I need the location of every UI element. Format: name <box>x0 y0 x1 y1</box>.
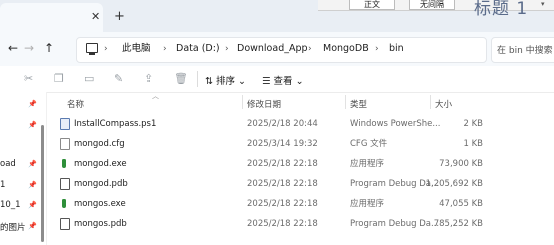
copy-icon[interactable]: ❐ <box>54 73 64 85</box>
file-type: 应用程序 <box>350 199 385 209</box>
breadcrumb-separator: › <box>375 44 379 54</box>
file-size: 73,900 KB <box>439 159 483 169</box>
column-header-size[interactable]: 大小 <box>435 98 452 110</box>
background-style-button-2: 无间隔 <box>409 0 455 10</box>
sort-ascending-icon: ︿ <box>152 92 159 100</box>
tab-active[interactable] <box>0 3 103 32</box>
column-header-date[interactable]: 修改日期 <box>247 98 281 110</box>
computer-icon-stand <box>89 53 95 55</box>
sort-button[interactable]: ⇅ 排序 ⌄ <box>205 73 246 87</box>
file-type: 应用程序 <box>350 159 385 169</box>
file-row[interactable]: mongod.pdb 2025/2/18 22:18 Program Debug… <box>49 175 489 195</box>
breadcrumb-separator: › <box>104 44 108 54</box>
sidebar-scrollbar[interactable] <box>41 125 44 242</box>
breadcrumb-separator: › <box>308 44 312 54</box>
file-size: 47,055 KB <box>439 199 483 209</box>
column-divider[interactable] <box>430 95 431 109</box>
back-button[interactable]: ← <box>8 41 18 55</box>
breadcrumb-separator: › <box>163 44 167 54</box>
file-date: 2025/3/14 19:32 <box>247 139 318 149</box>
forward-button[interactable]: → <box>24 41 34 55</box>
file-row[interactable]: mongod.cfg 2025/3/14 19:32 CFG 文件 1 KB <box>49 135 489 155</box>
file-name: mongod.exe <box>74 159 127 169</box>
file-date: 2025/2/18 22:18 <box>247 219 318 229</box>
file-type: CFG 文件 <box>350 139 388 149</box>
column-divider[interactable] <box>345 95 346 109</box>
debug-file-icon <box>60 178 70 190</box>
powershell-file-icon <box>60 118 70 130</box>
file-size: 2 KB <box>463 119 483 129</box>
computer-icon <box>86 43 98 53</box>
cut-icon[interactable]: ✂ <box>24 73 33 85</box>
mongodb-leaf-icon <box>62 159 66 168</box>
file-date: 2025/2/18 22:18 <box>247 179 318 189</box>
file-size: 1,205,692 KB <box>425 179 483 189</box>
column-header-name[interactable]: 名称 <box>67 98 84 110</box>
sidebar-item-download[interactable]: oad <box>0 159 16 169</box>
file-date: 2025/2/18 20:44 <box>247 119 318 129</box>
text-file-icon <box>60 138 70 150</box>
rename-icon[interactable]: ✎ <box>114 73 123 85</box>
up-button[interactable]: ↑ <box>44 41 54 55</box>
file-size: 785,252 KB <box>433 219 483 229</box>
breadcrumb-separator: › <box>225 44 229 54</box>
sidebar-item-1[interactable]: 1 <box>0 180 5 190</box>
background-heading-style: 标题 1 <box>474 0 529 19</box>
pin-icon: 📌 <box>28 222 37 230</box>
close-tab-icon[interactable]: ✕ <box>91 11 100 23</box>
file-row[interactable]: mongos.pdb 2025/2/18 22:18 Program Debug… <box>49 215 489 235</box>
sidebar-item-pictures[interactable]: 的图片 <box>0 221 26 233</box>
file-size: 1 KB <box>463 139 483 149</box>
search-placeholder: 在 bin 中搜索 <box>497 46 553 56</box>
file-row[interactable]: InstallCompass.ps1 2025/2/18 20:44 Windo… <box>49 115 489 135</box>
background-style-button-1: 正文 <box>349 0 395 10</box>
delete-icon[interactable]: 🗑 <box>174 73 188 85</box>
breadcrumb-drive-d[interactable]: Data (D:) <box>176 43 220 55</box>
new-tab-button[interactable]: + <box>114 10 125 23</box>
file-name: InstallCompass.ps1 <box>74 119 157 129</box>
pin-icon: 📌 <box>28 181 37 189</box>
breadcrumb-bin[interactable]: bin <box>389 43 404 55</box>
paste-icon[interactable]: ▭ <box>84 73 94 85</box>
pin-icon: 📌 <box>28 121 37 129</box>
file-row[interactable]: mongod.exe 2025/2/18 22:18 应用程序 73,900 K… <box>49 155 489 175</box>
file-name: mongos.pdb <box>74 219 127 229</box>
file-name: mongod.cfg <box>74 139 125 149</box>
breadcrumb-download-app[interactable]: Download_App <box>237 43 308 55</box>
file-name: mongos.exe <box>74 199 126 209</box>
view-label: 查看 <box>273 76 293 87</box>
pin-icon: 📌 <box>28 201 37 209</box>
file-date: 2025/2/18 22:18 <box>247 159 318 169</box>
file-type: Windows PowerShe... <box>350 119 441 129</box>
pin-icon: 📌 <box>28 100 37 108</box>
view-button[interactable]: ☰ 查看 ⌄ <box>262 73 304 87</box>
mongodb-leaf-icon <box>62 199 66 208</box>
pin-icon: 📌 <box>28 160 37 168</box>
debug-file-icon <box>60 218 70 230</box>
file-date: 2025/2/18 22:18 <box>247 199 318 209</box>
share-icon[interactable]: ⇪ <box>144 73 153 85</box>
file-row[interactable]: mongos.exe 2025/2/18 22:18 应用程序 47,055 K… <box>49 195 489 215</box>
sort-label: 排序 <box>215 76 235 87</box>
column-header-type[interactable]: 类型 <box>350 98 367 110</box>
file-name: mongod.pdb <box>74 179 128 189</box>
breadcrumb-mongodb[interactable]: MongoDB <box>323 43 369 55</box>
breadcrumb-this-pc[interactable]: 此电脑 <box>122 43 151 55</box>
file-type: Program Debug Da... <box>350 219 440 229</box>
chevron-down-icon: ▾ <box>541 0 545 8</box>
column-divider[interactable] <box>242 95 243 109</box>
sidebar-item-10-1[interactable]: 10_1 <box>0 200 20 210</box>
toolbar-divider <box>197 71 198 87</box>
